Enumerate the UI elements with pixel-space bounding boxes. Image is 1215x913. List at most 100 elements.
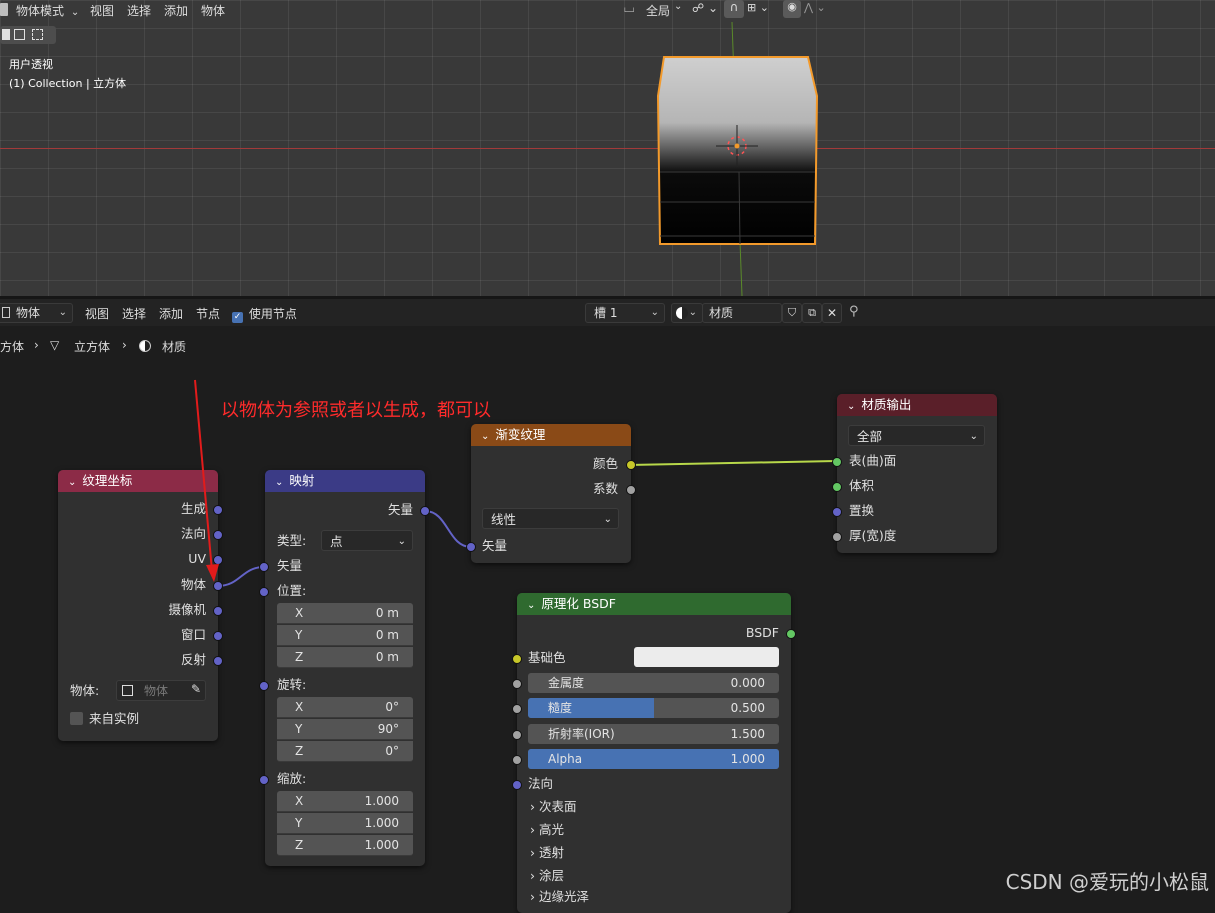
panel-coat[interactable]: › 涂层 bbox=[530, 866, 564, 886]
falloff-dropdown[interactable]: ⋀ ⌄ bbox=[804, 1, 826, 14]
socket-gradient-color[interactable] bbox=[626, 460, 636, 470]
menu-add[interactable]: 添加 bbox=[159, 305, 183, 322]
output-target-dropdown[interactable]: 全部 ⌄ bbox=[848, 425, 985, 446]
shader-node-editor[interactable]: 物体 ⌄ 视图 选择 添加 节点 ✓ 使用节点 槽 1 ⌄ ⌄ 材质 ⛉ ⧉ ✕… bbox=[0, 299, 1215, 913]
scale-x-value: 1.000 bbox=[364, 794, 399, 808]
from-instancer-checkbox[interactable] bbox=[70, 712, 83, 725]
socket-thickness-in[interactable] bbox=[832, 532, 842, 542]
metallic-field[interactable]: 金属度 0.000 bbox=[528, 673, 779, 693]
socket-displacement-in[interactable] bbox=[832, 507, 842, 517]
snap-toggle[interactable]: ∩ bbox=[724, 0, 744, 18]
mode-dropdown[interactable]: 物体模式 ⌄ bbox=[16, 2, 79, 19]
chevron-down-icon: ⌄ bbox=[527, 600, 536, 611]
socket-bsdf-out[interactable] bbox=[786, 629, 796, 639]
roughness-field[interactable]: 糙度 0.500 bbox=[528, 698, 779, 718]
fake-user-button[interactable]: ⛉ bbox=[782, 303, 802, 323]
node-mapping[interactable]: ⌄ 映射 矢量 类型: 点 ⌄ 矢量 位置: X 0 m Y 0 m Z 0 m 旋转:… bbox=[265, 470, 425, 866]
duplicate-material-button[interactable]: ⧉ bbox=[802, 303, 822, 323]
panel-transmission[interactable]: › 透射 bbox=[530, 843, 564, 863]
socket-surface-in[interactable] bbox=[832, 457, 842, 467]
node-principled-bsdf[interactable]: ⌄ 原理化 BSDF BSDF 基础色 金属度 0.000 糙度 0.500 折射… bbox=[517, 593, 791, 913]
socket-normal[interactable] bbox=[213, 530, 223, 540]
socket-ior[interactable] bbox=[512, 730, 522, 740]
use-nodes-toggle[interactable]: ✓ 使用节点 bbox=[232, 305, 297, 323]
menu-view[interactable]: 视图 bbox=[90, 2, 114, 19]
panel-subsurface[interactable]: › 次表面 bbox=[530, 797, 577, 817]
snap-target-dropdown[interactable]: ⊞ ⌄ bbox=[747, 1, 769, 14]
location-y-field[interactable]: Y 0 m bbox=[277, 625, 413, 646]
material-name-field[interactable]: 材质 bbox=[702, 303, 782, 323]
material-slot-dropdown[interactable]: 槽 1 ⌄ bbox=[585, 303, 665, 323]
location-z-field[interactable]: Z 0 m bbox=[277, 647, 413, 668]
socket-mapping-out[interactable] bbox=[420, 506, 430, 516]
breadcrumb-material: 材质 bbox=[162, 340, 187, 354]
menu-add[interactable]: 添加 bbox=[164, 2, 188, 19]
node-texture-coordinate[interactable]: ⌄ 纹理坐标 生成 法向 UV 物体 摄像机 窗口 反射 物体: 物体 ✎ 来自实… bbox=[58, 470, 218, 741]
eyedropper-icon[interactable]: ✎ bbox=[191, 682, 201, 696]
node-header[interactable]: ⌄ 映射 bbox=[265, 470, 425, 492]
scale-y-field[interactable]: Y 1.000 bbox=[277, 813, 413, 834]
object-picker-field[interactable]: 物体 ✎ bbox=[116, 680, 206, 701]
socket-alpha[interactable] bbox=[512, 755, 522, 765]
node-header[interactable]: ⌄ 渐变纹理 bbox=[471, 424, 631, 446]
output-bsdf: BSDF bbox=[745, 625, 779, 640]
menu-select[interactable]: 选择 bbox=[127, 2, 151, 19]
axis-label: X bbox=[295, 794, 304, 808]
socket-rotation-in[interactable] bbox=[259, 681, 269, 691]
unlink-material-button[interactable]: ✕ bbox=[822, 303, 842, 323]
pin-icon[interactable]: ⚲ bbox=[849, 304, 859, 319]
link-object-to-vector bbox=[217, 566, 265, 587]
material-browse-dropdown[interactable]: ⌄ bbox=[671, 303, 703, 323]
proportional-edit-toggle[interactable]: ◉ bbox=[783, 0, 801, 18]
location-x-field[interactable]: X 0 m bbox=[277, 603, 413, 624]
node-header[interactable]: ⌄ 材质输出 bbox=[837, 394, 997, 416]
socket-uv[interactable] bbox=[213, 555, 223, 565]
socket-object[interactable] bbox=[213, 581, 223, 591]
socket-reflection[interactable] bbox=[213, 656, 223, 666]
editor-type-icon[interactable] bbox=[0, 3, 8, 16]
node-gradient-texture[interactable]: ⌄ 渐变纹理 颜色 系数 线性 ⌄ 矢量 bbox=[471, 424, 631, 563]
socket-mapping-vector-in[interactable] bbox=[259, 562, 269, 572]
menu-view[interactable]: 视图 bbox=[85, 305, 109, 322]
scale-z-field[interactable]: Z 1.000 bbox=[277, 835, 413, 856]
socket-camera[interactable] bbox=[213, 606, 223, 616]
object-icon bbox=[122, 685, 133, 696]
panel-specular[interactable]: › 高光 bbox=[530, 820, 564, 840]
menu-select[interactable]: 选择 bbox=[122, 305, 146, 322]
rotation-z-field[interactable]: Z 0° bbox=[277, 741, 413, 762]
mapping-type-dropdown[interactable]: 点 ⌄ bbox=[321, 530, 413, 551]
socket-generated[interactable] bbox=[213, 505, 223, 515]
alpha-field[interactable]: Alpha 1.000 bbox=[528, 749, 779, 769]
axis-label: Z bbox=[295, 838, 304, 852]
panel-sheen[interactable]: › 边缘光泽 bbox=[530, 887, 589, 907]
rotation-y-field[interactable]: Y 90° bbox=[277, 719, 413, 740]
node-material-output[interactable]: ⌄ 材质输出 全部 ⌄ 表(曲)面 体积 置换 厚(宽)度 bbox=[837, 394, 997, 553]
socket-roughness[interactable] bbox=[512, 704, 522, 714]
socket-scale-in[interactable] bbox=[259, 775, 269, 785]
socket-window[interactable] bbox=[213, 631, 223, 641]
rotation-x-value: 0° bbox=[385, 700, 399, 714]
socket-normal-in[interactable] bbox=[512, 780, 522, 790]
editor-type-dropdown[interactable]: 物体 ⌄ bbox=[0, 303, 73, 323]
node-header[interactable]: ⌄ 纹理坐标 bbox=[58, 470, 218, 492]
3d-viewport[interactable]: 物体模式 ⌄ 视图 选择 添加 物体 ⌴ 全局 ⌄ ☍ ⌄ ∩ ⊞ ⌄ ◉ ⋀ … bbox=[0, 0, 1215, 296]
select-new-icon[interactable] bbox=[2, 29, 10, 40]
socket-metallic[interactable] bbox=[512, 679, 522, 689]
menu-node[interactable]: 节点 bbox=[196, 305, 220, 322]
menu-object[interactable]: 物体 bbox=[201, 2, 225, 19]
base-color-swatch[interactable] bbox=[634, 647, 779, 667]
socket-location-in[interactable] bbox=[259, 587, 269, 597]
select-extend-icon[interactable] bbox=[14, 29, 25, 40]
ior-field[interactable]: 折射率(IOR) 1.500 bbox=[528, 724, 779, 744]
socket-volume-in[interactable] bbox=[832, 482, 842, 492]
gradient-type-dropdown[interactable]: 线性 ⌄ bbox=[482, 508, 619, 529]
pivot-dropdown[interactable]: ☍ ⌄ bbox=[692, 1, 718, 15]
scale-x-field[interactable]: X 1.000 bbox=[277, 791, 413, 812]
select-subtract-icon[interactable] bbox=[32, 29, 43, 40]
node-header[interactable]: ⌄ 原理化 BSDF bbox=[517, 593, 791, 615]
socket-gradient-vector-in[interactable] bbox=[466, 542, 476, 552]
socket-gradient-factor[interactable] bbox=[626, 485, 636, 495]
socket-base-color[interactable] bbox=[512, 654, 522, 664]
rotation-x-field[interactable]: X 0° bbox=[277, 697, 413, 718]
transform-orientation-dropdown[interactable]: ⌴ 全局 ⌄ bbox=[622, 0, 682, 19]
